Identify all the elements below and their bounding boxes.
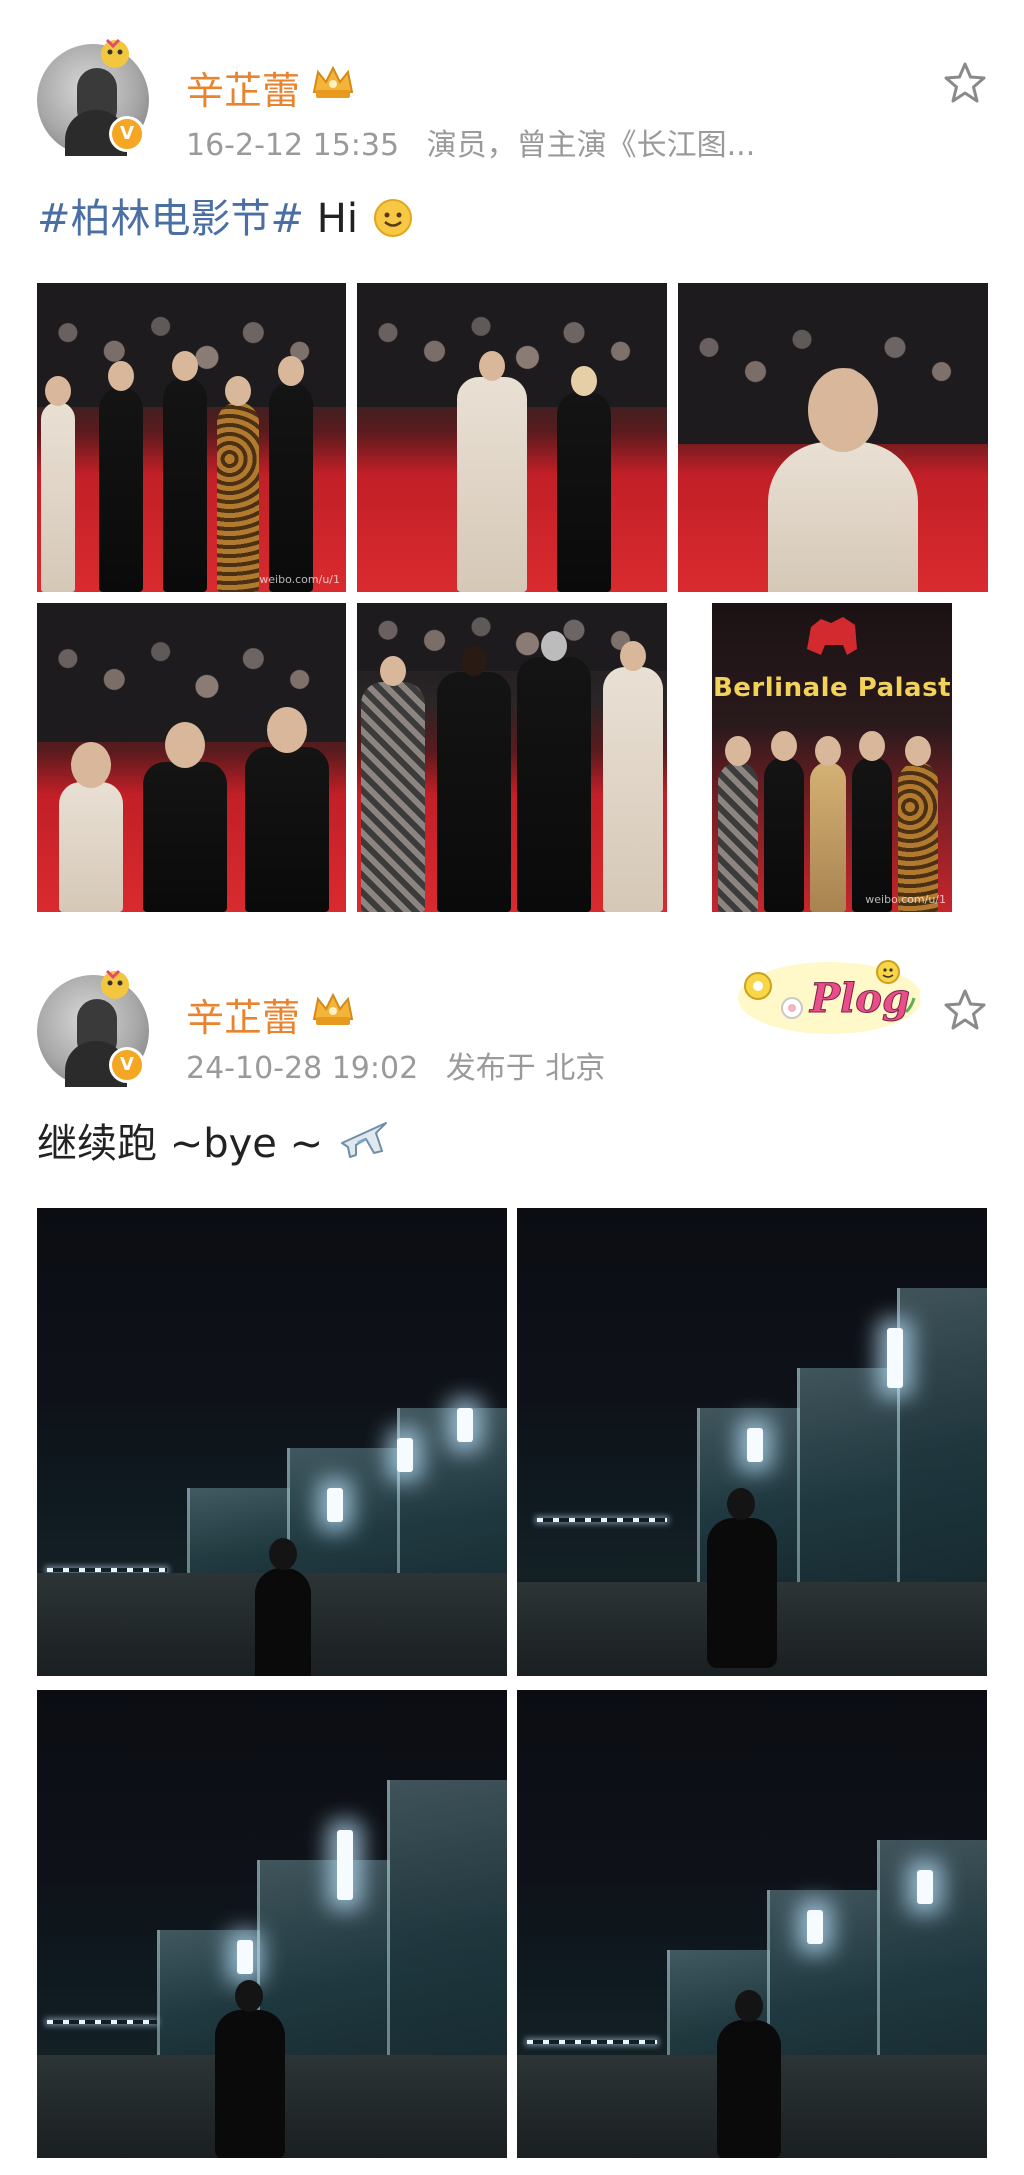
plog-sticker-text: Plog <box>809 975 910 1022</box>
photo-figure <box>217 376 259 592</box>
post-image[interactable]: Berlinale Palast weibo.com/u/1 <box>712 603 952 912</box>
image-watermark: weibo.com/u/1 <box>865 893 946 906</box>
crown-badge-icon[interactable] <box>310 62 356 102</box>
post-location[interactable]: 发布于 北京 <box>446 1051 606 1086</box>
photo-person <box>215 1980 285 2158</box>
post-text-content: Hi <box>304 196 371 242</box>
post-image[interactable] <box>37 1690 507 2158</box>
photo-figure <box>143 722 227 912</box>
post-image[interactable]: weibo.com/u/1 <box>37 283 346 592</box>
plog-sticker: Plog <box>738 960 920 1034</box>
airplane-emoji-icon <box>340 1122 387 1158</box>
image-watermark: weibo.com/u/1 <box>259 573 340 586</box>
weibo-post: V 辛芷蕾 16-2-12 15:35 演员，曾主演《长江图... #柏林电影节… <box>0 0 1024 935</box>
photo-figure <box>852 731 892 912</box>
post-body: #柏林电影节# Hi <box>37 186 415 244</box>
post-image[interactable] <box>357 283 667 592</box>
photo-figure <box>517 631 591 912</box>
post-image[interactable] <box>357 603 667 912</box>
verified-v-icon: V <box>109 116 145 152</box>
post-meta: 16-2-12 15:35 演员，曾主演《长江图... <box>186 120 755 164</box>
photo-figure <box>269 356 313 592</box>
smile-emoji-icon <box>373 199 412 237</box>
post-body: 继续跑 ~bye ~ <box>37 1111 392 1169</box>
post-image[interactable] <box>37 603 346 912</box>
photo-figure <box>898 736 938 912</box>
post-image[interactable] <box>517 1208 987 1676</box>
photo-figure <box>163 351 207 592</box>
photo-person <box>255 1538 311 1676</box>
user-avatar[interactable]: V <box>37 38 149 156</box>
star-outline-icon[interactable] <box>942 60 988 106</box>
weibo-post: Plog V 辛芷蕾 24-10-28 19:02 发布于 北京 继续跑 ~by… <box>0 935 1024 2175</box>
post-image[interactable] <box>517 1690 987 2158</box>
post-image[interactable] <box>37 1208 507 1676</box>
post-timestamp: 16-2-12 15:35 <box>186 128 400 163</box>
photo-figure <box>41 376 75 592</box>
post-source[interactable]: 演员，曾主演《长江图... <box>427 128 756 163</box>
hashtag-link[interactable]: #柏林电影节# <box>37 196 304 242</box>
star-outline-icon[interactable] <box>942 987 988 1033</box>
photo-figure <box>245 707 329 912</box>
post-image[interactable] <box>678 283 988 592</box>
photo-person <box>717 1990 781 2158</box>
photo-figure <box>59 742 123 912</box>
photo-figure <box>361 656 425 912</box>
username[interactable]: 辛芷蕾 <box>186 987 300 1042</box>
berlinale-bear-logo <box>807 617 857 655</box>
post-text-content: 继续跑 ~bye ~ <box>37 1121 336 1167</box>
berlinale-palast-sign: Berlinale Palast <box>712 673 951 703</box>
photo-person <box>707 1488 777 1668</box>
photo-figure <box>557 366 611 592</box>
avatar-pendant-icon <box>101 38 129 68</box>
verified-v-icon: V <box>109 1047 145 1083</box>
user-avatar[interactable]: V <box>37 969 149 1087</box>
post-meta: 24-10-28 19:02 发布于 北京 <box>186 1043 605 1087</box>
username[interactable]: 辛芷蕾 <box>186 60 300 115</box>
photo-figure <box>810 736 846 912</box>
photo-figure <box>437 646 511 912</box>
photo-figure <box>764 731 804 912</box>
photo-figure <box>768 368 918 592</box>
photo-figure <box>603 641 663 912</box>
photo-figure <box>457 351 527 592</box>
crown-badge-icon[interactable] <box>310 989 356 1029</box>
post-timestamp: 24-10-28 19:02 <box>186 1051 419 1086</box>
avatar-pendant-icon <box>101 969 129 999</box>
photo-figure <box>99 361 143 592</box>
photo-figure <box>718 736 758 912</box>
